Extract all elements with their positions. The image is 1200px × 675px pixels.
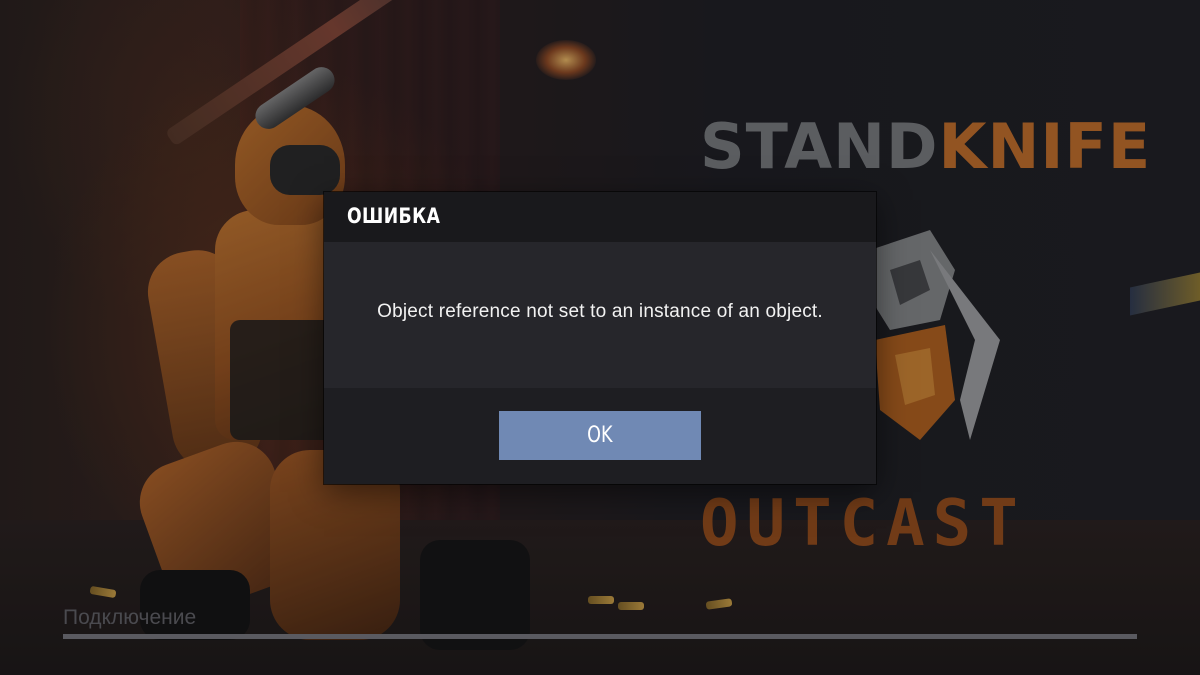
error-message: Object reference not set to an instance …: [377, 301, 823, 322]
ok-button-label: OK: [587, 423, 613, 448]
game-screen: STANDKNIFE OUTCAST Подключение ОШИБКА Ob…: [0, 0, 1200, 675]
dialog-body: Object reference not set to an instance …: [324, 242, 876, 388]
loading-progress-bar: [63, 634, 1137, 639]
error-dialog: ОШИБКА Object reference not set to an in…: [324, 192, 876, 484]
loading-status: Подключение: [63, 606, 197, 629]
loading-progress-fill: [63, 634, 1137, 639]
ok-button[interactable]: OK: [499, 411, 701, 460]
dialog-footer: OK: [324, 388, 876, 484]
dialog-title: ОШИБКА: [347, 204, 441, 228]
dialog-header: ОШИБКА: [324, 192, 876, 242]
